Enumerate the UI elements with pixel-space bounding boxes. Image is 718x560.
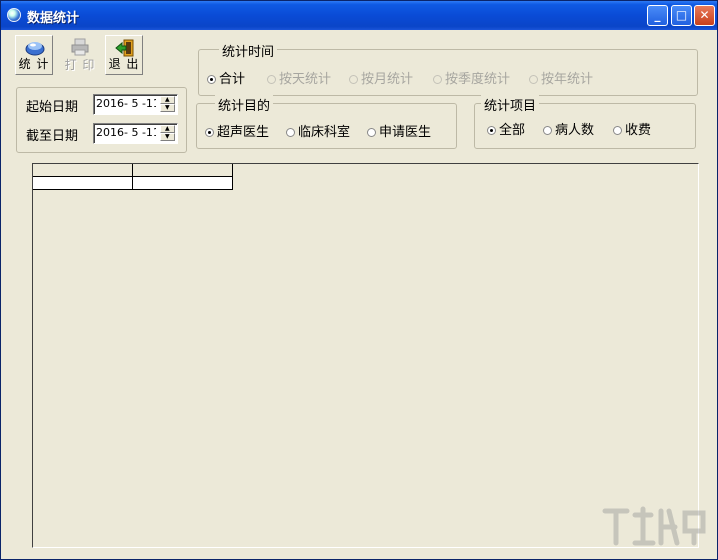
- radio-dot-icon: [267, 75, 276, 84]
- radio-all[interactable]: 全部: [487, 119, 525, 138]
- stat-time-group: 统计时间 合计 按天统计 按月统计 按季度统计 按年统计: [198, 41, 698, 96]
- radio-patient-count-label: 病人数: [555, 123, 595, 138]
- spin-down-icon[interactable]: ▼: [160, 104, 175, 112]
- radio-requesting-doctor[interactable]: 申请医生: [367, 121, 431, 140]
- radio-requesting-doctor-label: 申请医生: [379, 125, 432, 140]
- radio-dot-icon: [207, 75, 216, 84]
- close-button[interactable]: ✕: [694, 5, 715, 26]
- radio-by-year[interactable]: 按年统计: [529, 68, 593, 87]
- start-date-label: 起始日期: [26, 100, 79, 115]
- results-grid[interactable]: [32, 163, 699, 548]
- grid-cell[interactable]: [33, 177, 133, 190]
- radio-all-label: 全部: [499, 123, 526, 138]
- radio-ultrasound-doctor[interactable]: 超声医生: [205, 121, 269, 140]
- date-range-group: 起始日期 ▲ ▼ 截至日期 ▲ ▼: [16, 87, 187, 153]
- grid-header-cell[interactable]: [133, 164, 233, 177]
- stat-item-group: 统计项目 全部 病人数 收费: [474, 95, 696, 149]
- stat-target-group: 统计目的 超声医生 临床科室 申请医生: [196, 95, 457, 149]
- stat-item-legend: 统计项目: [481, 95, 540, 114]
- radio-total-label: 合计: [219, 72, 246, 87]
- start-date-field[interactable]: [96, 97, 156, 110]
- radio-fee-label: 收费: [625, 123, 652, 138]
- radio-dot-icon: [367, 128, 376, 137]
- radio-by-day-label: 按天统计: [279, 72, 332, 87]
- spin-down-icon[interactable]: ▼: [160, 133, 175, 141]
- radio-fee[interactable]: 收费: [613, 119, 651, 138]
- radio-by-quarter[interactable]: 按季度统计: [433, 68, 510, 87]
- watermark-logo: [602, 506, 706, 546]
- radio-dot-icon: [487, 126, 496, 135]
- radio-dot-icon: [543, 126, 552, 135]
- grid-cell[interactable]: [133, 177, 233, 190]
- radio-by-day[interactable]: 按天统计: [267, 68, 331, 87]
- window-title: 数据统计: [27, 11, 80, 26]
- exit-button[interactable]: 退 出: [105, 35, 143, 75]
- start-date-picker[interactable]: ▲ ▼: [93, 94, 178, 115]
- printer-icon: [71, 38, 89, 56]
- table-row[interactable]: [33, 177, 233, 190]
- grid-header-cell[interactable]: [33, 164, 133, 177]
- spin-up-icon[interactable]: ▲: [160, 125, 175, 133]
- radio-dot-icon: [433, 75, 442, 84]
- radio-ultrasound-doctor-label: 超声医生: [217, 125, 270, 140]
- radio-patient-count[interactable]: 病人数: [543, 119, 594, 138]
- stats-button[interactable]: 统 计: [15, 35, 53, 75]
- print-button[interactable]: 打 印: [61, 35, 99, 75]
- radio-by-month-label: 按月统计: [361, 72, 414, 87]
- radio-by-month[interactable]: 按月统计: [349, 68, 413, 87]
- exit-button-label: 退 出: [108, 57, 140, 71]
- radio-by-quarter-label: 按季度统计: [445, 72, 511, 87]
- end-date-field[interactable]: [96, 126, 156, 139]
- radio-by-year-label: 按年统计: [541, 72, 594, 87]
- print-button-label: 打 印: [64, 58, 96, 72]
- end-date-picker[interactable]: ▲ ▼: [93, 123, 178, 144]
- title-bar[interactable]: 数据统计 _ □ ✕: [1, 1, 717, 30]
- spin-up-icon[interactable]: ▲: [160, 96, 175, 104]
- end-date-label: 截至日期: [26, 129, 79, 144]
- radio-dot-icon: [349, 75, 358, 84]
- radio-dot-icon: [529, 75, 538, 84]
- radio-dot-icon: [286, 128, 295, 137]
- radio-clinical-dept[interactable]: 临床科室: [286, 121, 350, 140]
- app-icon: [7, 8, 21, 22]
- stat-time-legend: 统计时间: [219, 41, 278, 60]
- radio-dot-icon: [613, 126, 622, 135]
- grid-header-row: [33, 164, 233, 177]
- stat-target-legend: 统计目的: [215, 95, 274, 114]
- end-date-spinner[interactable]: ▲ ▼: [160, 125, 175, 142]
- stats-button-label: 统 计: [18, 57, 50, 71]
- radio-clinical-dept-label: 临床科室: [298, 125, 351, 140]
- radio-dot-icon: [205, 128, 214, 137]
- maximize-button[interactable]: □: [671, 5, 692, 26]
- start-date-spinner[interactable]: ▲ ▼: [160, 96, 175, 113]
- radio-total[interactable]: 合计: [207, 68, 245, 87]
- main-window: 数据统计 _ □ ✕ 统 计 打 印 退 出 起始日期 2016- 5 -11 …: [0, 0, 718, 560]
- minimize-button[interactable]: _: [647, 5, 668, 26]
